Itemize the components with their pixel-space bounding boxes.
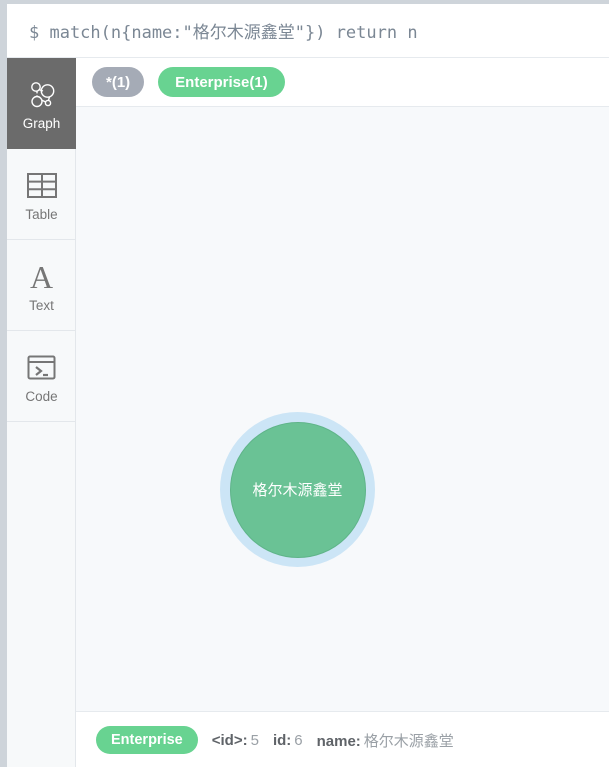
app-root: $ match(n{name:"格尔木源鑫堂"}) return n Graph <box>0 0 609 767</box>
sidebar-item-label-graph: Graph <box>22 115 61 131</box>
property-key: id: <box>272 731 292 749</box>
detail-label-pill[interactable]: Enterprise <box>96 726 198 754</box>
query-bar[interactable]: $ match(n{name:"格尔木源鑫堂"}) return n <box>7 4 609 58</box>
label-pill-all[interactable]: *(1) <box>92 67 145 97</box>
sidebar-item-text[interactable]: A Text <box>7 240 76 331</box>
sidebar-item-label-text: Text <box>29 297 54 313</box>
view-mode-sidebar: Graph Table A Text Code <box>7 58 76 767</box>
property-value: 5 <box>250 731 259 749</box>
text-letter-a-icon: A <box>29 258 54 295</box>
sidebar-item-graph[interactable]: Graph <box>7 58 76 149</box>
property-value: 6 <box>294 731 303 749</box>
graph-node-circle[interactable]: 格尔木源鑫堂 <box>229 421 366 558</box>
property-value: 格尔木源鑫堂 <box>363 732 454 750</box>
property-key: <id>: <box>211 731 248 749</box>
query-text[interactable]: $ match(n{name:"格尔木源鑫堂"}) return n <box>7 18 418 43</box>
graph-node-caption: 格尔木源鑫堂 <box>252 480 343 499</box>
label-pill-enterprise[interactable]: Enterprise(1) <box>158 67 285 97</box>
sidebar-item-label-code: Code <box>25 388 58 404</box>
node-detail-bar: Enterprise <id>: 5 id: 6 name: 格尔木源鑫堂 <box>76 713 609 767</box>
label-filter-bar: *(1) Enterprise(1) <box>76 58 609 107</box>
property-key: name: <box>316 732 361 750</box>
property-name: name: 格尔木源鑫堂 <box>317 730 454 751</box>
graph-network-icon <box>27 76 57 114</box>
result-panel: *(1) Enterprise(1) 格尔木源鑫堂 Enterprise <id… <box>76 58 609 767</box>
sidebar-item-table[interactable]: Table <box>7 149 76 240</box>
sidebar-item-label-table: Table <box>25 206 58 222</box>
graph-canvas[interactable]: 格尔木源鑫堂 <box>76 107 609 712</box>
code-terminal-icon <box>27 349 56 387</box>
table-grid-icon <box>26 167 57 205</box>
property-id: id: 6 <box>273 732 303 749</box>
property-internal-id: <id>: 5 <box>212 732 259 749</box>
sidebar-item-code[interactable]: Code <box>7 331 76 422</box>
graph-node-selected[interactable]: 格尔木源鑫堂 <box>220 412 375 567</box>
